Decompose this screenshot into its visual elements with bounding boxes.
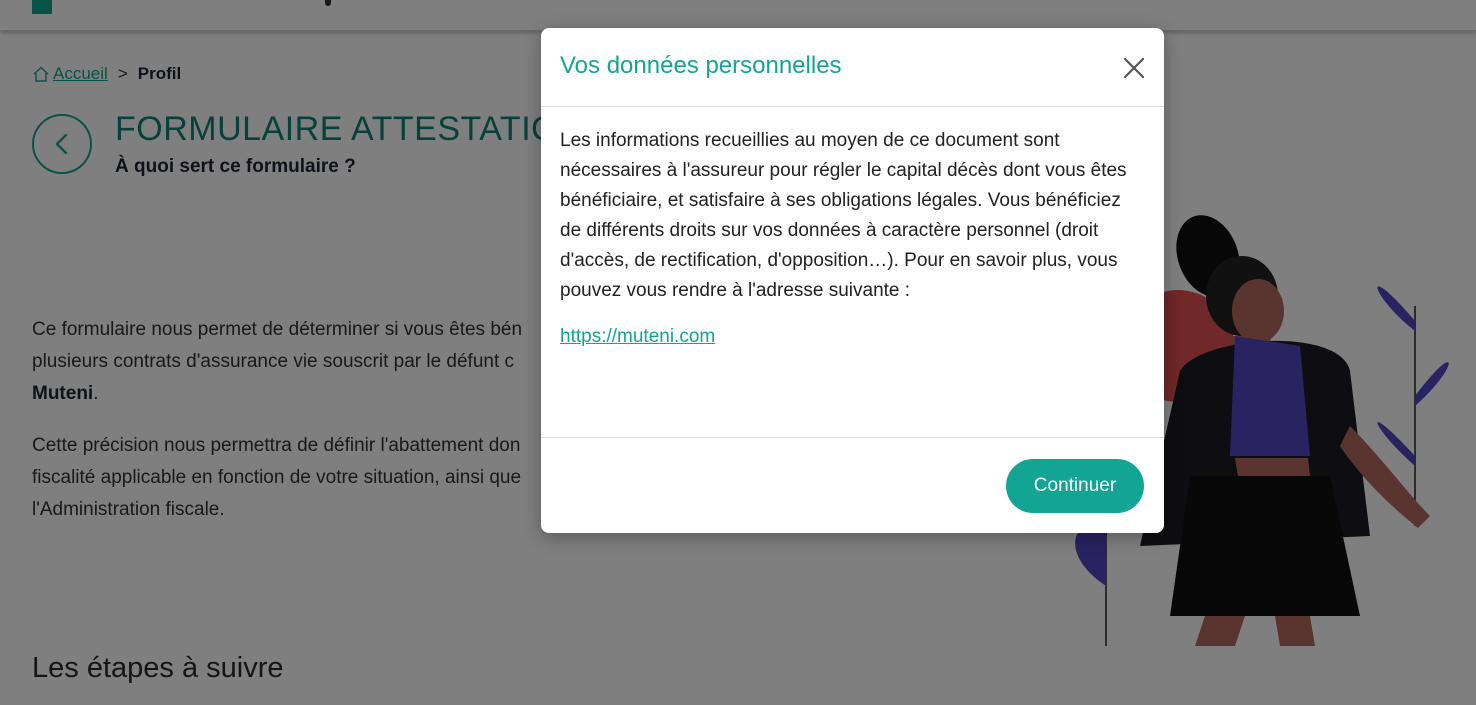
personal-data-modal: Vos données personnelles Les information…	[541, 28, 1164, 533]
close-button[interactable]	[1120, 54, 1148, 82]
muteni-link[interactable]: https://muteni.com	[560, 326, 715, 348]
modal-footer: Continuer	[541, 437, 1164, 533]
close-icon	[1123, 57, 1145, 79]
modal-header: Vos données personnelles	[541, 28, 1164, 107]
continue-button[interactable]: Continuer	[1006, 459, 1144, 513]
modal-text: Les informations recueillies au moyen de…	[560, 130, 1127, 301]
modal-title: Vos données personnelles	[560, 52, 842, 79]
modal-body: Les informations recueillies au moyen de…	[560, 126, 1145, 348]
